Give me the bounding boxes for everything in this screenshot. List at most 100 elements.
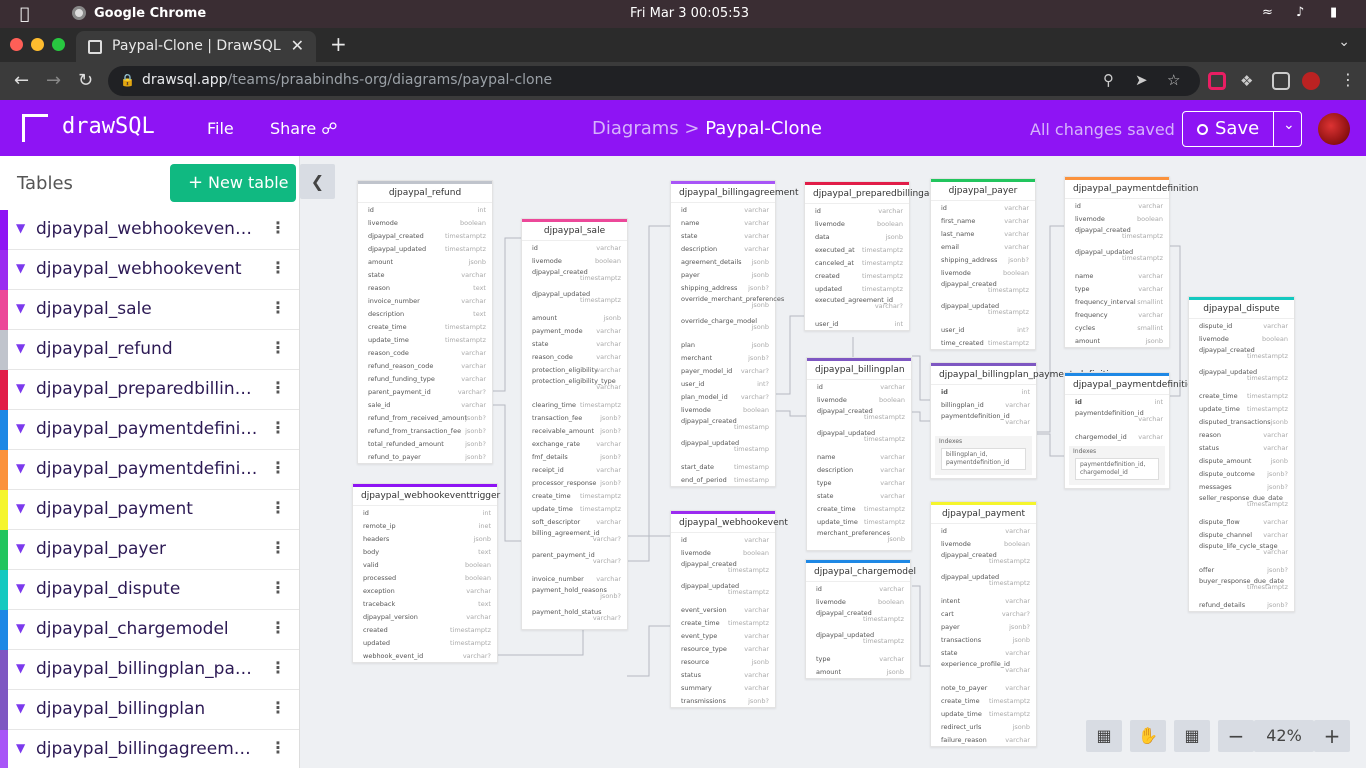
column-row[interactable]: parent_payment_id varchar? xyxy=(358,385,492,398)
save-button[interactable]: Save ⌄ xyxy=(1182,111,1302,147)
column-row[interactable]: end_of_period timestamp xyxy=(671,473,775,486)
column-row[interactable]: livemode boolean xyxy=(1065,212,1169,225)
column-row[interactable]: dispute_amount jsonb xyxy=(1189,454,1294,467)
column-row[interactable]: djpaypal_updated timestamptz xyxy=(807,428,911,450)
table-title[interactable]: djpaypal_webhookeventtrigger xyxy=(353,484,500,506)
column-row[interactable]: description varchar xyxy=(807,463,911,476)
more-options-icon[interactable]: ⋮ xyxy=(270,498,286,517)
column-row[interactable]: dispute_channel varchar xyxy=(1189,528,1294,541)
table-title[interactable]: djpaypal_billingagreement xyxy=(671,181,798,203)
column-row[interactable]: exception varchar xyxy=(353,584,497,597)
column-row[interactable]: updated timestamptz xyxy=(353,636,497,649)
maximize-window-button[interactable] xyxy=(52,38,65,51)
more-options-icon[interactable]: ⋮ xyxy=(270,658,286,677)
minimize-window-button[interactable] xyxy=(31,38,44,51)
column-row[interactable]: processed boolean xyxy=(353,571,497,584)
column-row[interactable]: offer jsonb? xyxy=(1189,563,1294,576)
column-row[interactable]: event_version varchar xyxy=(671,603,775,616)
more-options-icon[interactable]: ⋮ xyxy=(270,578,286,597)
new-table-button[interactable]: + New table xyxy=(170,164,296,202)
column-row[interactable]: failure_reason varchar xyxy=(931,733,1036,746)
column-row[interactable]: livemode boolean xyxy=(805,217,909,230)
table-card[interactable]: djpaypal_payer id varchar first_name varchar… xyxy=(930,178,1036,350)
column-row[interactable]: id varchar xyxy=(522,241,627,254)
column-row[interactable]: create_time timestamptz xyxy=(1189,389,1294,402)
column-row[interactable]: update_time timestamptz xyxy=(522,502,627,515)
column-row[interactable]: payer jsonb? xyxy=(931,620,1036,633)
sidebar-item[interactable]: ▼ djpaypal_paymentdefinition_charge_model… xyxy=(0,410,299,450)
column-row[interactable]: djpaypal_updated timestamptz xyxy=(931,572,1036,594)
column-row[interactable]: exchange_rate varchar xyxy=(522,437,627,450)
app-logo[interactable]: drawSQL xyxy=(62,114,155,139)
column-row[interactable]: update_time timestamptz xyxy=(807,515,911,528)
extension-colorful-icon[interactable] xyxy=(1208,72,1226,90)
column-row[interactable]: receipt_id varchar xyxy=(522,463,627,476)
column-row[interactable]: reason text xyxy=(358,281,492,294)
column-row[interactable]: protection_eligibility varchar xyxy=(522,363,627,376)
column-row[interactable]: djpaypal_updated timestamptz xyxy=(1065,247,1169,269)
back-icon[interactable]: ← xyxy=(14,70,29,91)
column-row[interactable]: resource_type varchar xyxy=(671,642,775,655)
chevron-down-icon[interactable]: ▼ xyxy=(16,621,25,635)
column-row[interactable]: djpaypal_updated timestamptz xyxy=(358,242,492,255)
bookmark-star-icon[interactable]: ☆ xyxy=(1167,71,1180,89)
column-row[interactable]: data jsonb xyxy=(805,230,909,243)
column-row[interactable]: refund_details jsonb? xyxy=(1189,598,1294,611)
column-row[interactable]: state varchar xyxy=(358,268,492,281)
column-row[interactable]: type varchar xyxy=(807,476,911,489)
column-row[interactable]: livemode boolean xyxy=(807,393,911,406)
column-row[interactable]: soft_descriptor varchar xyxy=(522,515,627,528)
column-row[interactable]: amount jsonb xyxy=(522,311,627,324)
side-panel-icon[interactable] xyxy=(1272,72,1290,90)
more-options-icon[interactable]: ⋮ xyxy=(270,738,286,757)
column-row[interactable]: paymentdefinition_id varchar xyxy=(931,411,1036,433)
table-title[interactable]: djpaypal_chargemodel xyxy=(806,560,916,582)
table-card[interactable]: djpaypal_paymentdefinition_charge_models… xyxy=(1064,372,1271,489)
chevron-down-icon[interactable]: ▼ xyxy=(16,461,25,475)
chevron-down-icon[interactable]: ⌄ xyxy=(1283,117,1295,133)
column-row[interactable]: status varchar xyxy=(1189,441,1294,454)
column-row[interactable]: billingplan_id varchar xyxy=(931,398,1036,411)
chevron-down-icon[interactable]: ▼ xyxy=(16,301,25,315)
column-row[interactable]: livemode boolean xyxy=(806,595,910,608)
column-row[interactable]: reason varchar xyxy=(1189,428,1294,441)
column-row[interactable]: updated timestamptz xyxy=(805,282,909,295)
column-row[interactable]: traceback text xyxy=(353,597,497,610)
chevron-down-icon[interactable]: ▼ xyxy=(16,541,25,555)
table-card[interactable]: djpaypal_chargemodel id varchar livemode boo… xyxy=(805,559,916,679)
column-row[interactable]: transactions jsonb xyxy=(931,633,1036,646)
column-row[interactable]: agreement_details jsonb xyxy=(671,255,775,268)
browser-tab[interactable]: Paypal-Clone | DrawSQL ✕ xyxy=(76,31,316,62)
column-row[interactable]: note_to_payer varchar xyxy=(931,681,1036,694)
table-title[interactable]: djpaypal_paymentdefinition_charge_models xyxy=(1065,373,1271,395)
column-row[interactable]: invoice_number varchar xyxy=(358,294,492,307)
column-row[interactable]: executed_at timestamptz xyxy=(805,243,909,256)
sidebar-item[interactable]: ▼ djpaypal_billingplan ⋮ xyxy=(0,690,299,730)
diagram-canvas[interactable]: djpaypal_refund id int livemode boolean djpay… xyxy=(300,156,1366,768)
avatar[interactable] xyxy=(1318,113,1350,145)
column-row[interactable]: djpaypal_version varchar xyxy=(353,610,497,623)
column-row[interactable]: livemode boolean xyxy=(1189,332,1294,345)
column-row[interactable]: amount jsonb xyxy=(806,665,910,678)
sidebar-item[interactable]: ▼ djpaypal_chargemodel ⋮ xyxy=(0,610,299,650)
column-row[interactable]: id int xyxy=(358,203,492,216)
column-row[interactable]: livemode boolean xyxy=(671,546,775,559)
table-card[interactable]: djpaypal_paymentdefinition id varchar livem… xyxy=(1064,176,1198,348)
column-row[interactable]: name varchar xyxy=(671,216,775,229)
grid-layout-icon[interactable]: ▦ xyxy=(1174,720,1210,752)
wifi-icon[interactable]: ≈ xyxy=(1262,5,1273,20)
new-tab-button[interactable]: + xyxy=(330,32,347,56)
column-row[interactable]: payer_model_id varchar? xyxy=(671,364,775,377)
column-row[interactable]: id varchar xyxy=(671,203,775,216)
table-title[interactable]: djpaypal_webhookevent xyxy=(671,511,788,533)
column-row[interactable]: state varchar xyxy=(522,337,627,350)
profile-avatar-icon[interactable] xyxy=(1302,72,1320,90)
column-row[interactable]: fmf_details jsonb? xyxy=(522,450,627,463)
column-row[interactable]: djpaypal_updated timestamp xyxy=(671,438,775,460)
close-window-button[interactable] xyxy=(10,38,23,51)
sidebar-item[interactable]: ▼ djpaypal_sale ⋮ xyxy=(0,290,299,330)
column-row[interactable]: remote_ip inet xyxy=(353,519,497,532)
column-row[interactable]: summary varchar xyxy=(671,681,775,694)
column-row[interactable]: chargemodel_id varchar xyxy=(1065,430,1169,443)
column-row[interactable]: time_created timestamptz xyxy=(931,336,1035,349)
